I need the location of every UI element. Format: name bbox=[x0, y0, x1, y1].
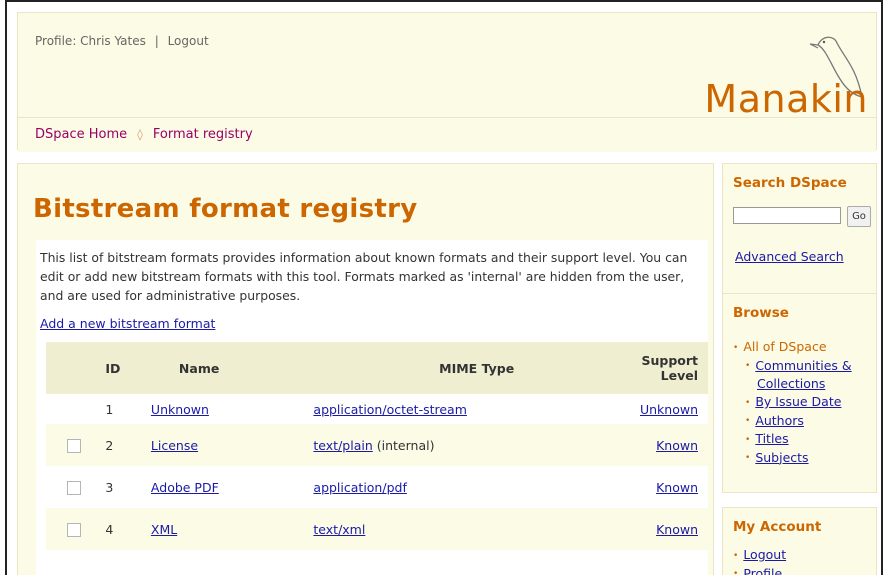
breadcrumb: DSpace Home ◊ Format registry bbox=[18, 117, 876, 152]
profile-link[interactable]: Profile: Chris Yates bbox=[35, 34, 146, 48]
breadcrumb-current: Format registry bbox=[152, 127, 253, 142]
format-name-link[interactable]: Unknown bbox=[151, 402, 209, 417]
account-profile-link[interactable]: Profile bbox=[743, 566, 782, 575]
breadcrumb-arrow-icon: ◊ bbox=[137, 128, 143, 141]
add-format-link[interactable]: Add a new bitstream format bbox=[40, 316, 215, 331]
profile-line: Profile: Chris Yates | Logout bbox=[35, 34, 209, 48]
browse-panel: Browse • All of DSpace • Communities & Col… bbox=[722, 293, 877, 493]
table-row: 4 XML text/xml Known bbox=[46, 508, 708, 550]
browse-panel-title: Browse bbox=[733, 305, 789, 321]
browse-authors-link[interactable]: Authors bbox=[755, 413, 804, 428]
breadcrumb-home-link[interactable]: DSpace Home bbox=[35, 127, 127, 142]
browse-root-label: All of DSpace bbox=[743, 339, 827, 354]
row-checkbox[interactable] bbox=[66, 438, 81, 453]
mime-type-link[interactable]: application/octet-stream bbox=[313, 402, 467, 417]
support-level-link[interactable]: Unknown bbox=[640, 402, 698, 417]
header-id: ID bbox=[105, 360, 121, 376]
page-header: Profile: Chris Yates | Logout Manakin DS… bbox=[17, 12, 877, 152]
bullet-icon: • bbox=[745, 361, 751, 371]
mime-type-link[interactable]: text/plain bbox=[313, 438, 372, 453]
table-row: 1 Unknown application/octet-stream Unkno… bbox=[46, 394, 708, 424]
intro-text: This list of bitstream formats provides … bbox=[40, 250, 688, 303]
support-level-link[interactable]: Known bbox=[656, 480, 698, 495]
main-content: Bitstream format registry This list of b… bbox=[17, 163, 714, 575]
row-id: 1 bbox=[105, 401, 114, 417]
content-body: This list of bitstream formats provides … bbox=[36, 240, 708, 575]
browse-item: • Subjects bbox=[745, 449, 873, 468]
browse-root-item: • All of DSpace • Communities & Collection… bbox=[733, 338, 873, 467]
browse-list: • All of DSpace • Communities & Collection… bbox=[733, 338, 873, 467]
profile-separator: | bbox=[154, 34, 159, 48]
header-mime: MIME Type bbox=[439, 360, 515, 376]
row-select-empty bbox=[46, 394, 101, 424]
table-header-row: ID Name MIME Type Support Level bbox=[46, 342, 708, 394]
support-level-link[interactable]: Known bbox=[656, 438, 698, 453]
browse-titles-link[interactable]: Titles bbox=[755, 431, 788, 446]
manakin-logo-text[interactable]: Manakin bbox=[704, 77, 868, 121]
page-title: Bitstream format registry bbox=[33, 194, 418, 224]
support-level-link[interactable]: Known bbox=[656, 522, 698, 537]
header-select bbox=[46, 342, 101, 394]
browse-item: • Authors bbox=[745, 412, 873, 431]
format-name-link[interactable]: License bbox=[151, 438, 198, 453]
logout-link[interactable]: Logout bbox=[168, 34, 209, 48]
account-panel: My Account • Logout • Profile bbox=[722, 507, 877, 575]
bullet-icon: • bbox=[733, 550, 739, 561]
table-row: 3 Adobe PDF application/pdf Known bbox=[46, 466, 708, 508]
browse-item: • Titles bbox=[745, 430, 873, 449]
account-panel-title: My Account bbox=[733, 519, 822, 535]
bullet-icon: • bbox=[745, 397, 751, 408]
bullet-icon: • bbox=[745, 416, 751, 426]
mime-type-link[interactable]: text/xml bbox=[313, 522, 365, 537]
row-checkbox[interactable] bbox=[66, 522, 81, 537]
account-list: • Logout • Profile bbox=[733, 546, 786, 575]
mime-type-link[interactable]: application/pdf bbox=[313, 480, 406, 495]
search-go-button[interactable]: Go bbox=[847, 206, 871, 227]
internal-marker: (internal) bbox=[376, 437, 435, 453]
format-name-link[interactable]: XML bbox=[151, 522, 177, 537]
row-id: 3 bbox=[105, 479, 114, 495]
table-row: 2 License text/plain (internal) Known bbox=[46, 424, 708, 466]
browse-sublist: • Communities & Collections • By Issue Dat… bbox=[733, 357, 873, 468]
browse-date-link[interactable]: By Issue Date bbox=[755, 394, 841, 409]
header-support-level: Support Level bbox=[640, 342, 708, 394]
account-item: • Profile bbox=[733, 565, 786, 575]
row-id: 2 bbox=[105, 437, 114, 453]
browse-subjects-link[interactable]: Subjects bbox=[755, 450, 808, 465]
advanced-search-link[interactable]: Advanced Search bbox=[735, 249, 844, 264]
search-panel-title: Search DSpace bbox=[733, 175, 847, 191]
formats-table: ID Name MIME Type Support Level 1 Unknow… bbox=[46, 342, 708, 550]
search-panel: Search DSpace Go Advanced Search bbox=[722, 163, 877, 295]
header-level-label: Level bbox=[660, 368, 698, 383]
format-name-link[interactable]: Adobe PDF bbox=[151, 480, 219, 495]
browse-item: • Communities & Collections bbox=[745, 357, 873, 394]
browse-item: • By Issue Date bbox=[745, 393, 873, 412]
browse-communities-link[interactable]: Communities & Collections bbox=[755, 358, 851, 392]
account-logout-link[interactable]: Logout bbox=[743, 547, 786, 562]
bullet-icon: • bbox=[733, 569, 739, 575]
bullet-icon: • bbox=[733, 342, 739, 353]
header-name: Name bbox=[178, 360, 220, 376]
row-id: 4 bbox=[105, 521, 114, 537]
bullet-icon: • bbox=[745, 453, 751, 463]
row-checkbox[interactable] bbox=[66, 480, 81, 495]
browser-frame: Profile: Chris Yates | Logout Manakin DS… bbox=[5, 0, 883, 575]
account-item: • Logout bbox=[733, 546, 786, 565]
search-input[interactable] bbox=[733, 207, 841, 224]
bullet-icon: • bbox=[745, 434, 751, 445]
header-support-label: Support bbox=[641, 353, 698, 368]
